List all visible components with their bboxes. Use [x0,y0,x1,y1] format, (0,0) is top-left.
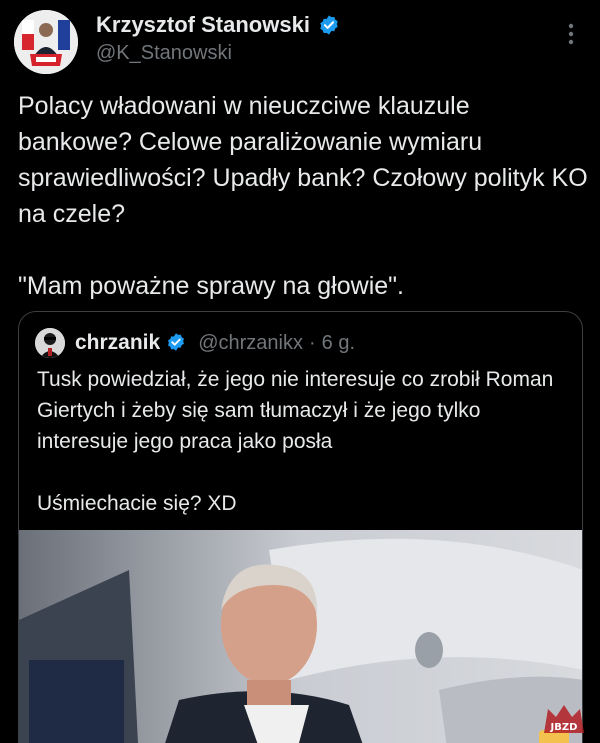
quoted-tweet[interactable]: chrzanik @chrzanikx · 6 g. Tusk powiedzi… [18,311,583,743]
tweet-text: Polacy władowani w nieuczciwe klauzule b… [18,92,588,300]
quoted-timestamp[interactable]: 6 g. [322,332,355,355]
quoted-tweet-text: Tusk powiedział, że jego nie interesuje … [37,368,554,515]
author-handle[interactable]: @K_Stanowski [96,42,232,65]
video-thumbnail-image[interactable] [19,530,582,743]
quoted-author-handle[interactable]: @chrzanikx [198,332,303,355]
author-name[interactable]: Krzysztof Stanowski [96,12,310,38]
verified-badge-icon [318,14,340,36]
quoted-author-name[interactable]: chrzanik [75,331,160,355]
more-options-icon[interactable] [560,20,582,48]
quoted-tweet-header: chrzanik @chrzanikx · 6 g. [35,328,355,358]
watermark-text: JBZD [550,722,578,733]
verified-badge-icon [166,332,188,354]
separator-dot: · [308,331,316,354]
watermark-logo-icon: JBZD [540,703,588,735]
profile-avatar-icon[interactable] [14,10,78,74]
quoted-avatar-icon[interactable] [35,328,65,358]
tweet-header: Krzysztof Stanowski @K_Stanowski [0,0,600,80]
